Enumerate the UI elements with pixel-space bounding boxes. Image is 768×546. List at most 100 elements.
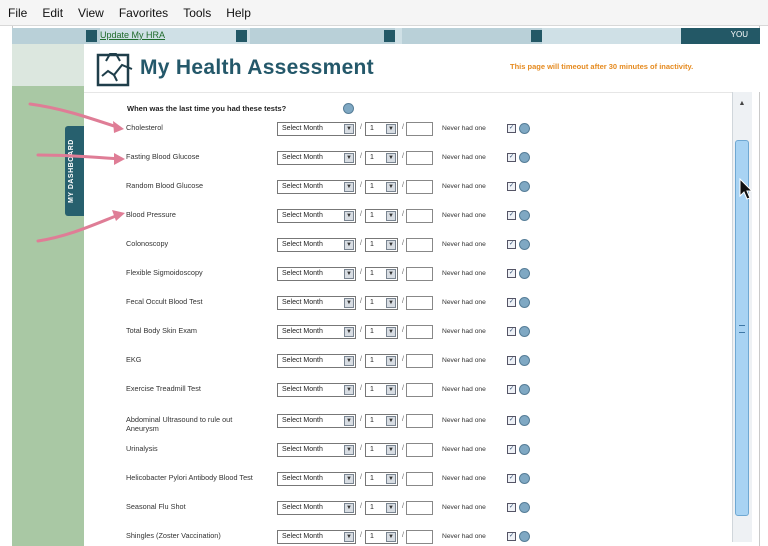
help-circle-icon[interactable] xyxy=(343,103,354,114)
month-select[interactable]: Select Month ▼ xyxy=(277,209,356,223)
chevron-down-icon[interactable]: ▼ xyxy=(386,356,396,366)
help-circle-icon[interactable] xyxy=(519,415,530,426)
checkbox-icon[interactable]: ✓ xyxy=(507,474,516,483)
year-input[interactable] xyxy=(406,354,433,368)
year-input[interactable] xyxy=(406,180,433,194)
month-select[interactable]: Select Month ▼ xyxy=(277,530,356,544)
chevron-down-icon[interactable]: ▼ xyxy=(344,211,354,221)
month-select[interactable]: Select Month ▼ xyxy=(277,238,356,252)
chevron-down-icon[interactable]: ▼ xyxy=(344,153,354,163)
scroll-up-icon[interactable]: ▲ xyxy=(732,96,752,112)
checkbox-icon[interactable]: ✓ xyxy=(507,269,516,278)
nav-segment[interactable] xyxy=(250,28,395,44)
chevron-down-icon[interactable]: ▼ xyxy=(344,298,354,308)
chevron-down-icon[interactable]: ▼ xyxy=(344,445,354,455)
menu-favorites[interactable]: Favorites xyxy=(119,6,168,20)
chevron-down-icon[interactable]: ▼ xyxy=(344,356,354,366)
day-select[interactable]: 1 ▼ xyxy=(365,180,398,194)
checkbox-icon[interactable]: ✓ xyxy=(507,182,516,191)
year-input[interactable] xyxy=(406,151,433,165)
chevron-down-icon[interactable]: ▼ xyxy=(386,416,396,426)
year-input[interactable] xyxy=(406,209,433,223)
help-circle-icon[interactable] xyxy=(519,239,530,250)
checkbox-icon[interactable]: ✓ xyxy=(507,240,516,249)
day-select[interactable]: 1 ▼ xyxy=(365,151,398,165)
help-circle-icon[interactable] xyxy=(519,355,530,366)
year-input[interactable] xyxy=(406,325,433,339)
chevron-down-icon[interactable]: ▼ xyxy=(344,240,354,250)
day-select[interactable]: 1 ▼ xyxy=(365,501,398,515)
checkbox-icon[interactable]: ✓ xyxy=(507,532,516,541)
chevron-down-icon[interactable]: ▼ xyxy=(386,153,396,163)
month-select[interactable]: Select Month ▼ xyxy=(277,296,356,310)
checkbox-icon[interactable]: ✓ xyxy=(507,153,516,162)
chevron-down-icon[interactable]: ▼ xyxy=(386,474,396,484)
year-input[interactable] xyxy=(406,296,433,310)
checkbox-icon[interactable]: ✓ xyxy=(507,503,516,512)
chevron-down-icon[interactable]: ▼ xyxy=(344,327,354,337)
day-select[interactable]: 1 ▼ xyxy=(365,238,398,252)
chevron-down-icon[interactable]: ▼ xyxy=(386,385,396,395)
menu-tools[interactable]: Tools xyxy=(183,6,211,20)
day-select[interactable]: 1 ▼ xyxy=(365,325,398,339)
help-circle-icon[interactable] xyxy=(519,444,530,455)
month-select[interactable]: Select Month ▼ xyxy=(277,414,356,428)
help-circle-icon[interactable] xyxy=(519,326,530,337)
help-circle-icon[interactable] xyxy=(519,181,530,192)
month-select[interactable]: Select Month ▼ xyxy=(277,472,356,486)
year-input[interactable] xyxy=(406,501,433,515)
year-input[interactable] xyxy=(406,472,433,486)
chevron-down-icon[interactable]: ▼ xyxy=(386,532,396,542)
day-select[interactable]: 1 ▼ xyxy=(365,383,398,397)
year-input[interactable] xyxy=(406,414,433,428)
chevron-down-icon[interactable]: ▼ xyxy=(344,124,354,134)
day-select[interactable]: 1 ▼ xyxy=(365,122,398,136)
chevron-down-icon[interactable]: ▼ xyxy=(386,211,396,221)
month-select[interactable]: Select Month ▼ xyxy=(277,267,356,281)
month-select[interactable]: Select Month ▼ xyxy=(277,151,356,165)
year-input[interactable] xyxy=(406,443,433,457)
chevron-down-icon[interactable]: ▼ xyxy=(386,327,396,337)
help-circle-icon[interactable] xyxy=(519,531,530,542)
year-input[interactable] xyxy=(406,267,433,281)
nav-segment[interactable] xyxy=(402,28,542,44)
day-select[interactable]: 1 ▼ xyxy=(365,472,398,486)
help-circle-icon[interactable] xyxy=(519,502,530,513)
day-select[interactable]: 1 ▼ xyxy=(365,354,398,368)
chevron-down-icon[interactable]: ▼ xyxy=(386,269,396,279)
chevron-down-icon[interactable]: ▼ xyxy=(386,298,396,308)
checkbox-icon[interactable]: ✓ xyxy=(507,385,516,394)
chevron-down-icon[interactable]: ▼ xyxy=(344,385,354,395)
chevron-down-icon[interactable]: ▼ xyxy=(386,124,396,134)
month-select[interactable]: Select Month ▼ xyxy=(277,325,356,339)
help-circle-icon[interactable] xyxy=(519,268,530,279)
chevron-down-icon[interactable]: ▼ xyxy=(386,240,396,250)
chevron-down-icon[interactable]: ▼ xyxy=(344,182,354,192)
chevron-down-icon[interactable]: ▼ xyxy=(344,474,354,484)
menu-file[interactable]: File xyxy=(8,6,27,20)
help-circle-icon[interactable] xyxy=(519,384,530,395)
checkbox-icon[interactable]: ✓ xyxy=(507,445,516,454)
menu-edit[interactable]: Edit xyxy=(42,6,63,20)
checkbox-icon[interactable]: ✓ xyxy=(507,124,516,133)
year-input[interactable] xyxy=(406,530,433,544)
year-input[interactable] xyxy=(406,383,433,397)
menu-view[interactable]: View xyxy=(78,6,104,20)
help-circle-icon[interactable] xyxy=(519,297,530,308)
help-circle-icon[interactable] xyxy=(519,473,530,484)
checkbox-icon[interactable]: ✓ xyxy=(507,327,516,336)
dashboard-tab[interactable]: MY DASHBOARD xyxy=(65,126,85,216)
checkbox-icon[interactable]: ✓ xyxy=(507,356,516,365)
day-select[interactable]: 1 ▼ xyxy=(365,414,398,428)
month-select[interactable]: Select Month ▼ xyxy=(277,354,356,368)
day-select[interactable]: 1 ▼ xyxy=(365,267,398,281)
month-select[interactable]: Select Month ▼ xyxy=(277,383,356,397)
day-select[interactable]: 1 ▼ xyxy=(365,209,398,223)
checkbox-icon[interactable]: ✓ xyxy=(507,298,516,307)
chevron-down-icon[interactable]: ▼ xyxy=(386,182,396,192)
chevron-down-icon[interactable]: ▼ xyxy=(344,503,354,513)
checkbox-icon[interactable]: ✓ xyxy=(507,416,516,425)
year-input[interactable] xyxy=(406,238,433,252)
day-select[interactable]: 1 ▼ xyxy=(365,530,398,544)
chevron-down-icon[interactable]: ▼ xyxy=(344,532,354,542)
